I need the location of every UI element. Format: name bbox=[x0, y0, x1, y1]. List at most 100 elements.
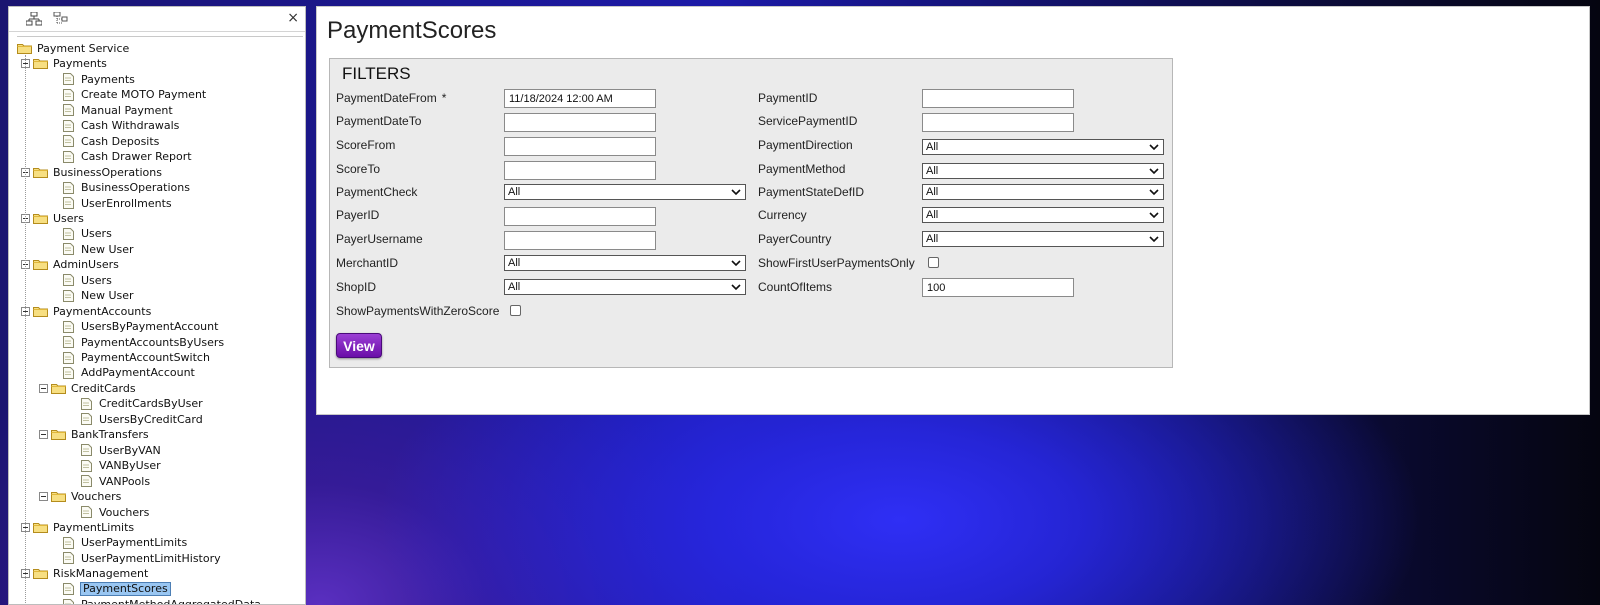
tree-item-label[interactable]: VANByUser bbox=[98, 459, 162, 472]
tree-item[interactable]: Manual Payment bbox=[63, 103, 174, 118]
tree-item[interactable]: PaymentScores bbox=[63, 582, 171, 597]
payment-id-input[interactable] bbox=[922, 89, 1074, 108]
tree-item[interactable]: UsersByPaymentAccount bbox=[63, 319, 219, 334]
tree-item[interactable]: BusinessOperations bbox=[63, 180, 191, 195]
tree-item-label[interactable]: AdminUsers bbox=[52, 258, 120, 271]
count-of-items-input[interactable] bbox=[922, 278, 1074, 297]
tree-item-label[interactable]: Payment Service bbox=[36, 42, 130, 55]
view-button[interactable]: View bbox=[336, 333, 382, 358]
payment-direction-select[interactable]: All bbox=[922, 139, 1164, 155]
tree-item-label[interactable]: Users bbox=[80, 227, 113, 240]
tree-item[interactable]: Vouchers bbox=[81, 505, 150, 520]
tree-folder[interactable]: Vouchers bbox=[39, 489, 122, 504]
close-panel-icon[interactable]: × bbox=[287, 10, 299, 26]
tree-item-label[interactable]: Vouchers bbox=[98, 506, 150, 519]
tree-item-label[interactable]: Users bbox=[80, 274, 113, 287]
payment-date-to-input[interactable] bbox=[504, 113, 656, 132]
show-zero-score-checkbox[interactable] bbox=[510, 305, 521, 316]
tree-item-label[interactable]: UsersByCreditCard bbox=[98, 413, 204, 426]
tree-folder[interactable]: CreditCards bbox=[39, 381, 137, 396]
tree-item-label[interactable]: Users bbox=[52, 212, 85, 225]
tree-item-label[interactable]: VANPools bbox=[98, 475, 151, 488]
tree-item-label[interactable]: PaymentLimits bbox=[52, 521, 135, 534]
payment-check-select[interactable]: All bbox=[504, 184, 746, 200]
tree-item[interactable]: UserPaymentLimitHistory bbox=[63, 551, 222, 566]
tree-item-label[interactable]: New User bbox=[80, 289, 135, 302]
score-from-input[interactable] bbox=[504, 137, 656, 156]
payment-date-from-input[interactable] bbox=[504, 89, 656, 108]
tree-folder[interactable]: BusinessOperations bbox=[21, 165, 163, 180]
collapse-toggle-icon[interactable] bbox=[39, 383, 48, 393]
tree-item[interactable]: Users bbox=[63, 273, 113, 288]
tree-folder[interactable]: AdminUsers bbox=[21, 257, 120, 272]
merchant-id-select[interactable]: All bbox=[504, 255, 746, 271]
score-to-input[interactable] bbox=[504, 161, 656, 180]
shop-id-select[interactable]: All bbox=[504, 279, 746, 295]
tree-item[interactable]: AddPaymentAccount bbox=[63, 365, 196, 380]
tree-folder[interactable]: Payments bbox=[21, 56, 108, 71]
tree-item-label[interactable]: UserByVAN bbox=[98, 444, 162, 457]
tree-item[interactable]: Create MOTO Payment bbox=[63, 87, 207, 102]
tree-folder[interactable]: PaymentLimits bbox=[21, 520, 135, 535]
tree-item-label[interactable]: PaymentAccounts bbox=[52, 305, 152, 318]
service-payment-id-input[interactable] bbox=[922, 113, 1074, 132]
tree-item-label[interactable]: PaymentScores bbox=[80, 582, 171, 597]
tree-item-label[interactable]: UserPaymentLimitHistory bbox=[80, 552, 222, 565]
payer-id-input[interactable] bbox=[504, 207, 656, 226]
tree-item[interactable]: New User bbox=[63, 288, 135, 303]
tree-item-label[interactable]: CreditCards bbox=[70, 382, 137, 395]
tree-item-label[interactable]: PaymentAccountsByUsers bbox=[80, 336, 225, 349]
tree-item[interactable]: PaymentAccountsByUsers bbox=[63, 335, 225, 350]
tree-item[interactable]: New User bbox=[63, 242, 135, 257]
tree-item-label[interactable]: Manual Payment bbox=[80, 104, 174, 117]
tree-folder[interactable]: BankTransfers bbox=[39, 427, 150, 442]
tree-item[interactable]: PaymentMethodAggregatedData bbox=[63, 597, 262, 604]
tree-item-label[interactable]: BankTransfers bbox=[70, 428, 150, 441]
payer-username-input[interactable] bbox=[504, 231, 656, 250]
tree-folder[interactable]: PaymentAccounts bbox=[21, 304, 152, 319]
tree-item-label[interactable]: UserEnrollments bbox=[80, 197, 173, 210]
tree-item-label[interactable]: RiskManagement bbox=[52, 567, 149, 580]
tree-item[interactable]: VANByUser bbox=[81, 458, 162, 473]
tree-item[interactable]: PaymentAccountSwitch bbox=[63, 350, 211, 365]
tree-item[interactable]: VANPools bbox=[81, 474, 151, 489]
tree-item[interactable]: Payments bbox=[63, 72, 136, 87]
collapse-toggle-icon[interactable] bbox=[39, 430, 48, 440]
tree-item-label[interactable]: UserPaymentLimits bbox=[80, 536, 188, 549]
tree-item-label[interactable]: Cash Drawer Report bbox=[80, 150, 193, 163]
show-first-user-payments-checkbox[interactable] bbox=[928, 257, 939, 268]
currency-select[interactable]: All bbox=[922, 207, 1164, 223]
payer-country-select[interactable]: All bbox=[922, 231, 1164, 247]
tree-item-label[interactable]: Payments bbox=[52, 57, 108, 70]
tree-item[interactable]: UserEnrollments bbox=[63, 196, 173, 211]
tree-folder[interactable]: Users bbox=[21, 211, 85, 226]
expand-tree-icon[interactable] bbox=[26, 12, 42, 26]
payment-method-select[interactable]: All bbox=[922, 163, 1164, 179]
tree-item-label[interactable]: Cash Withdrawals bbox=[80, 119, 180, 132]
tree-item-label[interactable]: PaymentMethodAggregatedData bbox=[80, 598, 262, 604]
tree-item[interactable]: Users bbox=[63, 226, 113, 241]
tree-folder[interactable]: Payment Service bbox=[17, 41, 130, 56]
payment-state-def-id-select[interactable]: All bbox=[922, 184, 1164, 200]
tree-item-label[interactable]: UsersByPaymentAccount bbox=[80, 320, 219, 333]
tree-item[interactable]: Cash Withdrawals bbox=[63, 118, 180, 133]
tree-item-label[interactable]: BusinessOperations bbox=[52, 166, 163, 179]
tree-item[interactable]: Cash Deposits bbox=[63, 134, 160, 149]
tree-item-label[interactable]: PaymentAccountSwitch bbox=[80, 351, 211, 364]
tree-item-label[interactable]: Create MOTO Payment bbox=[80, 88, 207, 101]
tree-item-label[interactable]: AddPaymentAccount bbox=[80, 366, 196, 379]
tree-item-label[interactable]: Payments bbox=[80, 73, 136, 86]
tree-item[interactable]: CreditCardsByUser bbox=[81, 396, 204, 411]
tree-item[interactable]: UserByVAN bbox=[81, 443, 162, 458]
tree-folder[interactable]: RiskManagement bbox=[21, 566, 149, 581]
collapse-toggle-icon[interactable] bbox=[39, 492, 48, 502]
tree-item[interactable]: UserPaymentLimits bbox=[63, 535, 188, 550]
tree-item-label[interactable]: Cash Deposits bbox=[80, 135, 160, 148]
collapse-tree-icon[interactable] bbox=[52, 12, 68, 26]
tree-item-label[interactable]: BusinessOperations bbox=[80, 181, 191, 194]
tree-item-label[interactable]: CreditCardsByUser bbox=[98, 397, 204, 410]
tree-item-label[interactable]: New User bbox=[80, 243, 135, 256]
tree-item-label[interactable]: Vouchers bbox=[70, 490, 122, 503]
tree-item[interactable]: UsersByCreditCard bbox=[81, 412, 204, 427]
tree-item[interactable]: Cash Drawer Report bbox=[63, 149, 193, 164]
